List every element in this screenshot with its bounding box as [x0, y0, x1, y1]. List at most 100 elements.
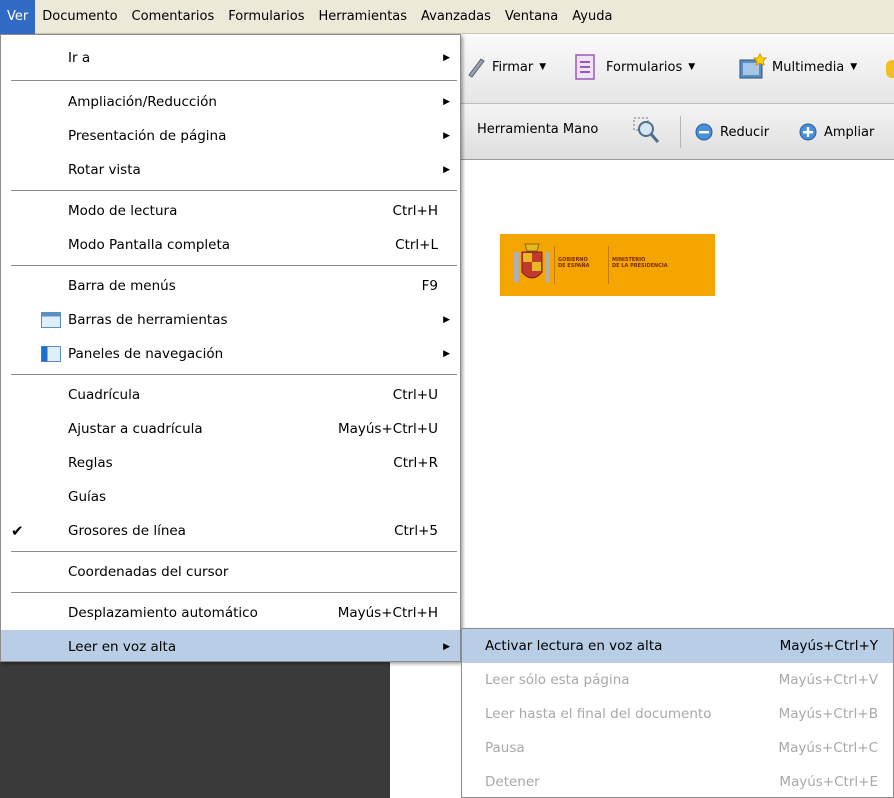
menu-item-paneles-navegacion[interactable]: Paneles de navegación ▶ [1, 337, 460, 371]
menubar-documento[interactable]: Documento [35, 0, 124, 34]
menu-separator [11, 374, 457, 375]
submenu-item-activar-lectura[interactable]: Activar lectura en voz alta Mayús+Ctrl+Y [462, 629, 893, 663]
hand-tool-label: Herramienta Mano [477, 122, 599, 137]
menu-item-label: Coordenadas del cursor [68, 564, 229, 580]
menu-item-label: Ir a [68, 50, 91, 66]
menu-item-ir-a[interactable]: Ir a ▶ [1, 41, 460, 75]
submenu-arrow-icon: ▶ [443, 349, 450, 359]
submenu-arrow-icon: ▶ [443, 97, 450, 107]
menu-item-ampliacion-reduccion[interactable]: Ampliación/Reducción ▶ [1, 85, 460, 119]
menu-item-barras-herramientas[interactable]: Barras de herramientas ▶ [1, 303, 460, 337]
menu-item-label: Leer en voz alta [68, 639, 177, 655]
form-icon [575, 54, 595, 80]
menu-item-leer-voz-alta[interactable]: Leer en voz alta ▶ [1, 630, 460, 661]
formularios-button[interactable]: Formularios ▼ [574, 54, 695, 80]
submenu-item-leer-pagina[interactable]: Leer sólo esta página Mayús+Ctrl+V [462, 663, 893, 697]
menu-item-rotar-vista[interactable]: Rotar vista ▶ [1, 153, 460, 187]
toolbars-icon [41, 312, 61, 328]
menu-item-label: Cuadrícula [68, 387, 141, 403]
submenu-arrow-icon: ▶ [443, 315, 450, 325]
menu-item-label: Barras de herramientas [68, 312, 228, 328]
menu-item-label: Rotar vista [68, 162, 141, 178]
menubar-herramientas[interactable]: Herramientas [311, 0, 414, 34]
menu-item-label: Reglas [68, 455, 113, 471]
menu-item-pantalla-completa[interactable]: Modo Pantalla completa Ctrl+L [1, 228, 460, 262]
submenu-arrow-icon: ▶ [443, 165, 450, 175]
menu-item-label: Modo Pantalla completa [68, 237, 231, 253]
submenu-item-shortcut: Mayús+Ctrl+B [778, 706, 878, 722]
menubar-ventana[interactable]: Ventana [498, 0, 565, 34]
submenu-item-label: Leer hasta el final del documento [485, 706, 712, 722]
ampliar-button[interactable]: Ampliar [798, 122, 874, 142]
submenu-item-detener[interactable]: Detener Mayús+Ctrl+E [462, 765, 893, 797]
menu-item-grosores-linea[interactable]: ✔ Grosores de línea Ctrl+5 [1, 514, 460, 548]
logo-divider [554, 246, 555, 284]
formularios-label: Formularios [606, 59, 683, 75]
ver-dropdown-menu: Ir a ▶ Ampliación/Reducción ▶ Presentaci… [0, 34, 461, 662]
chevron-down-icon: ▼ [850, 62, 858, 72]
menubar-comentarios[interactable]: Comentarios [125, 0, 222, 34]
menu-item-shortcut: Ctrl+5 [394, 523, 438, 539]
logo-text-presidencia: DE LA PRESIDENCIA [612, 263, 668, 269]
menu-separator [11, 265, 457, 266]
coat-of-arms-icon [514, 243, 550, 282]
menubar-ayuda[interactable]: Ayuda [565, 0, 619, 34]
firmar-label: Firmar [492, 59, 534, 75]
submenu-arrow-icon: ▶ [443, 642, 450, 652]
menu-item-shortcut: Ctrl+L [395, 237, 438, 253]
government-logo: GOBIERNO DE ESPAÑA MINISTERIO DE LA PRES… [500, 234, 715, 296]
submenu-item-shortcut: Mayús+Ctrl+V [778, 672, 878, 688]
menu-bar: Ver Documento Comentarios Formularios He… [0, 0, 894, 34]
submenu-item-label: Detener [485, 774, 540, 790]
menu-item-label: Ampliación/Reducción [68, 94, 217, 110]
submenu-item-pausa[interactable]: Pausa Mayús+Ctrl+C [462, 731, 893, 765]
menu-item-desplazamiento-automatico[interactable]: Desplazamiento automático Mayús+Ctrl+H [1, 596, 460, 630]
menu-item-shortcut: Mayús+Ctrl+U [337, 421, 438, 437]
menu-item-label: Desplazamiento automático [68, 605, 258, 621]
reducir-label: Reducir [720, 124, 770, 140]
magnifier-icon [633, 117, 660, 143]
menu-item-label: Ajustar a cuadrícula [68, 421, 203, 437]
submenu-item-label: Activar lectura en voz alta [485, 638, 663, 654]
submenu-item-leer-hasta-final[interactable]: Leer hasta el final del documento Mayús+… [462, 697, 893, 731]
navigation-panels-icon [41, 346, 61, 362]
menu-item-reglas[interactable]: Reglas Ctrl+R [1, 446, 460, 480]
menu-item-ajustar-cuadricula[interactable]: Ajustar a cuadrícula Mayús+Ctrl+U [1, 412, 460, 446]
menu-item-shortcut: Ctrl+H [392, 203, 438, 219]
menu-item-shortcut: Ctrl+U [392, 387, 438, 403]
menu-item-label: Presentación de página [68, 128, 227, 144]
menu-item-modo-lectura[interactable]: Modo de lectura Ctrl+H [1, 194, 460, 228]
menu-item-label: Paneles de navegación [68, 346, 224, 362]
menu-item-cuadricula[interactable]: Cuadrícula Ctrl+U [1, 378, 460, 412]
menu-separator [11, 551, 457, 552]
logo-divider [608, 246, 609, 284]
reducir-button[interactable]: Reducir [694, 122, 769, 142]
menubar-avanzadas[interactable]: Avanzadas [414, 0, 498, 34]
multimedia-button[interactable]: Multimedia ▼ [738, 52, 857, 82]
menu-item-presentacion-pagina[interactable]: Presentación de página ▶ [1, 119, 460, 153]
hand-tool-button[interactable]: Herramienta Mano [477, 122, 598, 137]
ampliar-label: Ampliar [824, 124, 875, 140]
menu-item-shortcut: F9 [421, 278, 438, 294]
menubar-ver[interactable]: Ver [0, 0, 36, 34]
menu-item-label: Modo de lectura [68, 203, 178, 219]
menu-separator [11, 592, 457, 593]
menubar-formularios[interactable]: Formularios [221, 0, 311, 34]
zoom-in-icon [799, 123, 817, 141]
menu-item-coordenadas-cursor[interactable]: Coordenadas del cursor [1, 555, 460, 589]
menu-item-barra-menus[interactable]: Barra de menús F9 [1, 269, 460, 303]
overflow-tool-icon[interactable] [886, 60, 894, 78]
submenu-item-shortcut: Mayús+Ctrl+E [779, 774, 878, 790]
marquee-zoom-button[interactable] [632, 116, 662, 146]
pen-icon [468, 58, 485, 78]
toolbar-divider [680, 116, 681, 148]
leer-voz-alta-submenu: Activar lectura en voz alta Mayús+Ctrl+Y… [461, 628, 894, 798]
menu-item-shortcut: Mayús+Ctrl+H [337, 605, 438, 621]
checkmark-icon: ✔ [11, 522, 24, 540]
menu-item-label: Guías [68, 489, 107, 505]
zoom-out-icon [695, 123, 713, 141]
firmar-button[interactable]: Firmar ▼ [466, 56, 546, 78]
menu-item-guias[interactable]: Guías [1, 480, 460, 514]
multimedia-icon [739, 52, 768, 79]
multimedia-label: Multimedia [772, 59, 845, 75]
